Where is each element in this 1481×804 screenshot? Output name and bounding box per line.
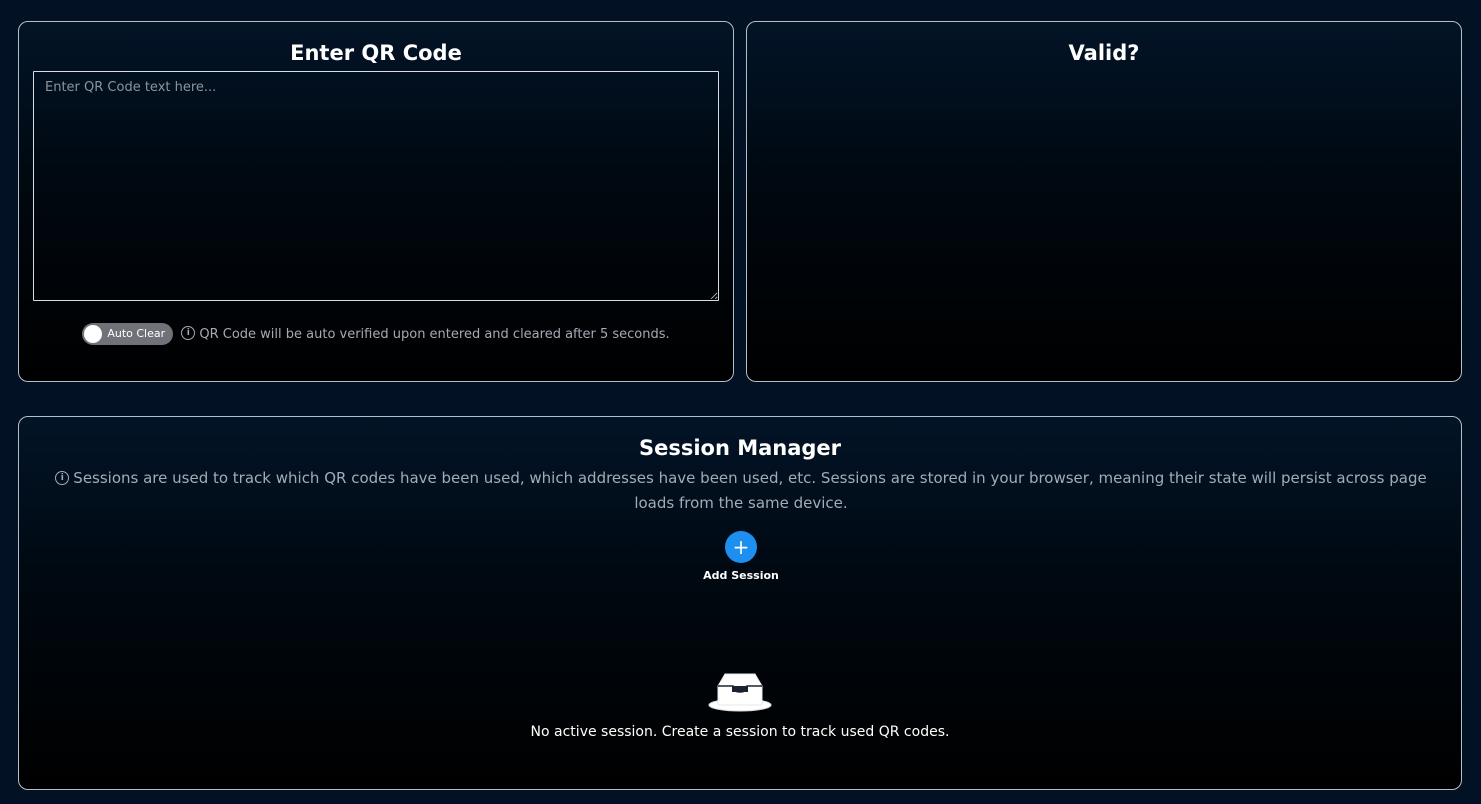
inbox-icon bbox=[708, 673, 772, 712]
session-manager-panel: Session Manager i Sessions are used to tr… bbox=[18, 416, 1462, 790]
qr-input-panel: Enter QR Code Auto Clear iQR Code will b… bbox=[18, 21, 734, 382]
auto-clear-toggle[interactable]: Auto Clear bbox=[82, 323, 174, 345]
qr-panel-title: Enter QR Code bbox=[290, 41, 462, 65]
page: Enter QR Code Auto Clear iQR Code will b… bbox=[0, 0, 1481, 804]
empty-state-text: No active session. Create a session to t… bbox=[530, 724, 950, 740]
auto-clear-info: i QR Code will be auto verified upon ente… bbox=[181, 326, 670, 342]
qr-code-input[interactable] bbox=[33, 71, 719, 301]
add-session-label: Add Session bbox=[703, 569, 779, 582]
add-session-control[interactable]: + Add Session bbox=[681, 531, 801, 582]
plus-icon: + bbox=[732, 535, 750, 559]
add-session-button[interactable]: + bbox=[725, 531, 757, 563]
session-manager-title: Session Manager bbox=[638, 436, 842, 460]
validation-panel: Valid? bbox=[746, 21, 1462, 382]
valid-panel-title: Valid? bbox=[1068, 41, 1140, 65]
auto-clear-label: Auto Clear bbox=[107, 327, 166, 340]
session-info-text: Sessions are used to track which QR code… bbox=[73, 469, 1427, 512]
info-icon: i bbox=[55, 470, 70, 485]
info-icon: i bbox=[181, 326, 196, 340]
empty-state: No active session. Create a session to t… bbox=[19, 670, 1461, 740]
session-info: i Sessions are used to track which QR cod… bbox=[43, 466, 1439, 516]
auto-clear-info-text: QR Code will be auto verified upon enter… bbox=[199, 326, 670, 342]
toggle-knob bbox=[84, 325, 103, 343]
auto-clear-row: Auto Clear i QR Code will be auto verifie… bbox=[19, 323, 733, 345]
